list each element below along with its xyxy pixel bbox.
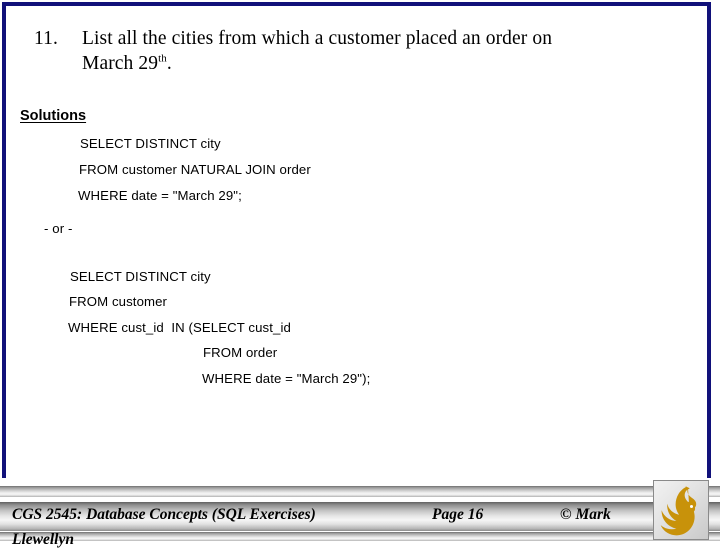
slide-footer: CGS 2545: Database Concepts (SQL Exercis… (0, 479, 720, 548)
pegasus-icon (660, 486, 697, 536)
query2-line-2: FROM customer (69, 294, 168, 309)
title-ordinal-suffix: th (158, 52, 167, 65)
query2-line-5: WHERE date = "March 29"); (202, 371, 371, 386)
query-separator: - or - (44, 221, 73, 236)
title-line-2-suffix: . (166, 53, 172, 74)
slide-border-top (2, 2, 711, 6)
query2-line-1: SELECT DISTINCT city (70, 269, 211, 284)
query1-line-2: FROM customer NATURAL JOIN order (79, 162, 311, 177)
slide-border-left (2, 2, 6, 478)
slide-canvas: 11. List all the cities from which a cust… (0, 0, 720, 548)
query1-line-3: WHERE date = "March 29"; (78, 188, 242, 203)
footer-band-upper (0, 486, 720, 497)
footer-page-number: Page 16 (432, 506, 484, 523)
slide-border-right (707, 2, 711, 478)
footer-author: Llewellyn (12, 531, 74, 548)
title-line-1: List all the cities from which a custome… (82, 28, 553, 49)
query2-line-4: FROM order (203, 345, 278, 360)
title-line-2-prefix: March 29 (82, 53, 159, 74)
footer-course-title: CGS 2545: Database Concepts (SQL Exercis… (12, 506, 316, 523)
footer-copyright: © Mark (560, 506, 611, 523)
solutions-heading: Solutions (20, 108, 87, 124)
query2-line-3: WHERE cust_id IN (SELECT cust_id (68, 320, 291, 335)
page-title: 11. List all the cities from which a cust… (34, 26, 694, 76)
ucf-pegasus-logo (653, 480, 709, 540)
title-list-number: 11. (34, 28, 58, 49)
query1-line-1: SELECT DISTINCT city (80, 136, 221, 151)
